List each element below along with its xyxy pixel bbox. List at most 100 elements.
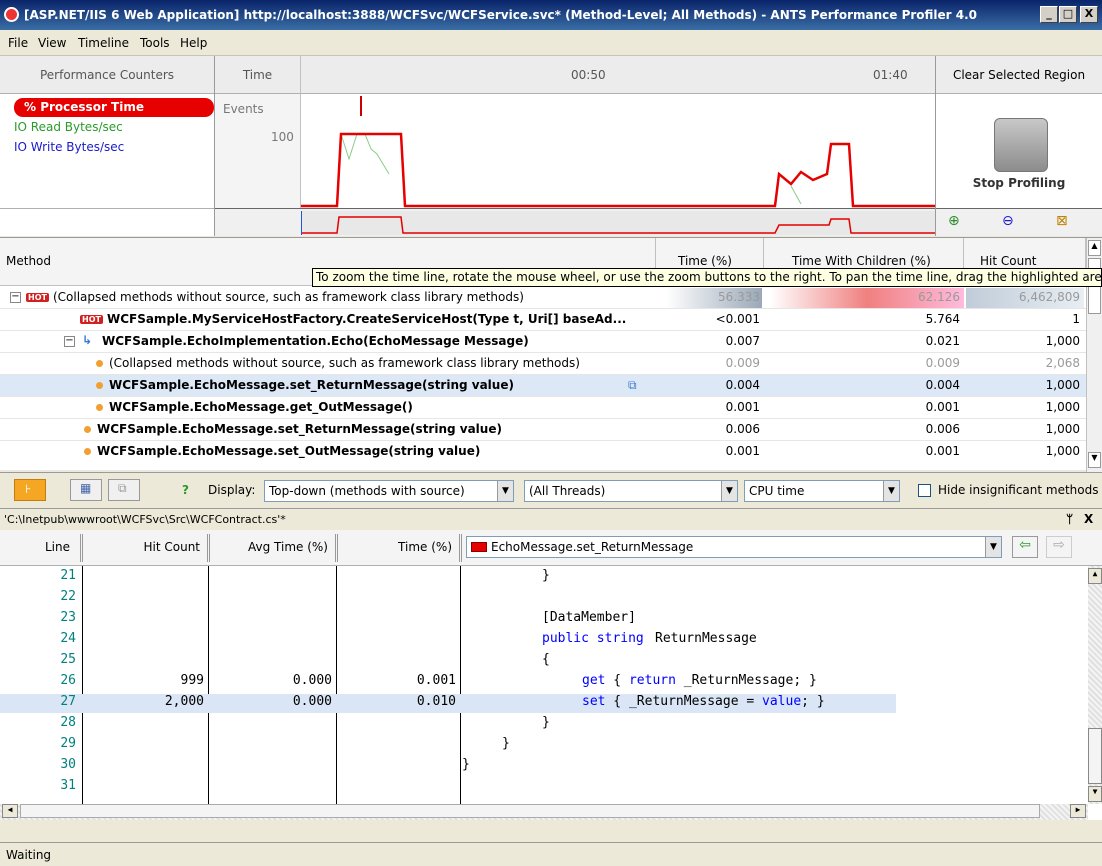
hot-icon: HOT: [26, 293, 49, 302]
events-label-column: Events 100: [215, 94, 301, 208]
zoom-tooltip: To zoom the time line, rotate the mouse …: [312, 268, 1102, 287]
source-line-highlighted: 27 2,000 0.000 0.010 set { _ReturnMessag…: [0, 694, 896, 713]
menu-tools[interactable]: Tools: [140, 36, 170, 50]
column-hit-count[interactable]: Hit Count: [90, 540, 200, 554]
source-file-path: 'C:\Inetpub\wwwroot\WCFSvc\Src\WCFContra…: [4, 513, 286, 526]
timeline-panel[interactable]: Time 00:50 01:40 Events 100: [215, 56, 935, 236]
back-arrow-icon[interactable]: ⇦: [1012, 536, 1038, 558]
zoom-in-icon[interactable]: ⊕: [948, 213, 960, 229]
collapse-toggle[interactable]: −: [10, 292, 21, 303]
counter-processor-time[interactable]: % Processor Time: [14, 98, 214, 117]
hot-icon: HOT: [80, 315, 103, 324]
counter-io-read[interactable]: IO Read Bytes/sec: [14, 120, 123, 134]
timeline-overview[interactable]: [215, 208, 935, 236]
zoom-fit-icon[interactable]: ⊠: [1056, 213, 1068, 229]
method-dot-icon: [84, 426, 91, 433]
stop-profiling-label[interactable]: Stop Profiling: [936, 176, 1102, 190]
chevron-down-icon: ▼: [985, 537, 1001, 557]
menu-bar: File View Timeline Tools Help: [0, 30, 1102, 56]
source-line: 28}: [60, 715, 550, 730]
close-icon[interactable]: X: [1084, 512, 1093, 526]
counter-io-write[interactable]: IO Write Bytes/sec: [14, 140, 124, 154]
call-graph-icon[interactable]: ⧉: [628, 378, 637, 393]
source-line: 25{: [60, 652, 550, 667]
status-bar: Waiting: [0, 842, 1102, 866]
table-row[interactable]: WCFSample.EchoMessage.get_OutMessage() 0…: [0, 397, 1086, 419]
y-axis-max: 100: [271, 130, 294, 144]
method-dot-icon: [84, 448, 91, 455]
hide-insignificant-checkbox[interactable]: [918, 484, 931, 497]
call-graph-icon: ⧉: [118, 481, 127, 495]
table-row[interactable]: (Collapsed methods without source, such …: [0, 353, 1086, 375]
source-horizontal-scrollbar[interactable]: ◀ ▶: [0, 804, 1088, 820]
source-line: 30}: [60, 757, 470, 772]
method-dot-icon: [96, 404, 103, 411]
source-vertical-scrollbar[interactable]: ▲ ▼: [1088, 566, 1102, 804]
call-arrow-icon: ↳: [82, 333, 93, 347]
status-text: Waiting: [6, 848, 52, 862]
stop-profiling-icon[interactable]: [994, 118, 1048, 172]
table-row-selected[interactable]: WCFSample.EchoMessage.set_ReturnMessage(…: [0, 375, 1086, 397]
tree-view-button[interactable]: ⊦: [14, 479, 46, 501]
timing-select[interactable]: CPU time ▼: [744, 480, 900, 502]
call-graph-button[interactable]: ⧉: [108, 479, 140, 501]
grid-icon: ▦: [80, 481, 92, 495]
maximize-button[interactable]: □: [1059, 6, 1077, 23]
table-row[interactable]: HOT WCFSample.MyServiceHostFactory.Create…: [0, 309, 1086, 331]
source-header: Line Hit Count Avg Time (%) Time (%) Ech…: [0, 530, 1102, 566]
column-line[interactable]: Line: [0, 540, 70, 554]
grid-view-button[interactable]: ▦: [70, 479, 102, 501]
menu-view[interactable]: View: [38, 36, 66, 50]
thread-select[interactable]: (All Threads) ▼: [524, 480, 738, 502]
method-select[interactable]: EchoMessage.set_ReturnMessage ▼: [466, 536, 1002, 558]
events-label: Events: [223, 102, 264, 116]
column-time[interactable]: Time (%): [340, 540, 452, 554]
pin-icon[interactable]: ᛘ: [1066, 512, 1073, 526]
performance-counters-panel: Performance Counters % Processor Time IO…: [0, 56, 215, 236]
source-file-titlebar: 'C:\Inetpub\wwwroot\WCFSvc\Src\WCFContra…: [0, 508, 1102, 530]
display-mode-select[interactable]: Top-down (methods with source) ▼: [264, 480, 514, 502]
chevron-down-icon: ▼: [883, 481, 899, 501]
display-label: Display:: [208, 483, 256, 497]
method-grid: Method Time (%) Time With Children (%) H…: [0, 237, 1102, 472]
method-dot-icon: [96, 360, 103, 367]
clear-selected-region-button[interactable]: Clear Selected Region: [936, 56, 1102, 94]
help-icon[interactable]: ?: [182, 483, 189, 497]
tick-0050: 00:50: [571, 68, 606, 82]
cpu-series-line: [301, 132, 935, 208]
source-line: 24 public string ReturnMessage: [60, 631, 757, 646]
source-line: 31: [60, 778, 76, 793]
source-line: 21}: [60, 568, 550, 583]
profiling-control-panel: Clear Selected Region Stop Profiling ⊕ ⊖…: [935, 56, 1102, 236]
chevron-down-icon: ▼: [721, 481, 737, 501]
cpu-usage-graph: [301, 96, 935, 208]
column-avg-time[interactable]: Avg Time (%): [214, 540, 328, 554]
menu-file[interactable]: File: [8, 36, 28, 50]
menu-help[interactable]: Help: [180, 36, 207, 50]
source-line: 29}: [60, 736, 510, 751]
chevron-down-icon: ▼: [497, 481, 513, 501]
menu-timeline[interactable]: Timeline: [78, 36, 129, 50]
source-line: 23 [DataMember]: [60, 610, 636, 625]
tree-icon: ⊦: [25, 482, 32, 496]
zoom-toolbar: ⊕ ⊖ ⊠: [936, 208, 1102, 236]
minimize-button[interactable]: _: [1040, 6, 1058, 23]
table-row[interactable]: − ↳ WCFSample.EchoImplementation.Echo(Ec…: [0, 331, 1086, 353]
counters-header: Performance Counters: [0, 56, 214, 94]
title-bar: [ASP.NET/IIS 6 Web Application] http://l…: [0, 0, 1102, 30]
table-row[interactable]: WCFSample.EchoMessage.set_ReturnMessage(…: [0, 419, 1086, 441]
close-button[interactable]: X: [1080, 6, 1098, 23]
time-header: Time: [215, 56, 301, 94]
method-color-swatch: [471, 542, 487, 552]
method-dot-icon: [96, 382, 103, 389]
overview-graph: [301, 211, 935, 235]
zoom-out-icon[interactable]: ⊖: [1002, 213, 1014, 229]
ants-profiler-icon: [4, 7, 19, 22]
collapse-toggle[interactable]: −: [64, 336, 75, 347]
source-code-view[interactable]: 21} 22 23 [DataMember] 24 public string Ret…: [0, 566, 1102, 820]
forward-arrow-icon[interactable]: ⇨: [1046, 536, 1072, 558]
table-row[interactable]: WCFSample.EchoMessage.set_OutMessage(str…: [0, 441, 1086, 471]
display-toolbar: ⊦ ▦ ⧉ ? Display: Top-down (methods with …: [0, 472, 1102, 508]
tick-0140: 01:40: [873, 68, 908, 82]
table-row[interactable]: − HOT (Collapsed methods without source, …: [0, 287, 1086, 309]
